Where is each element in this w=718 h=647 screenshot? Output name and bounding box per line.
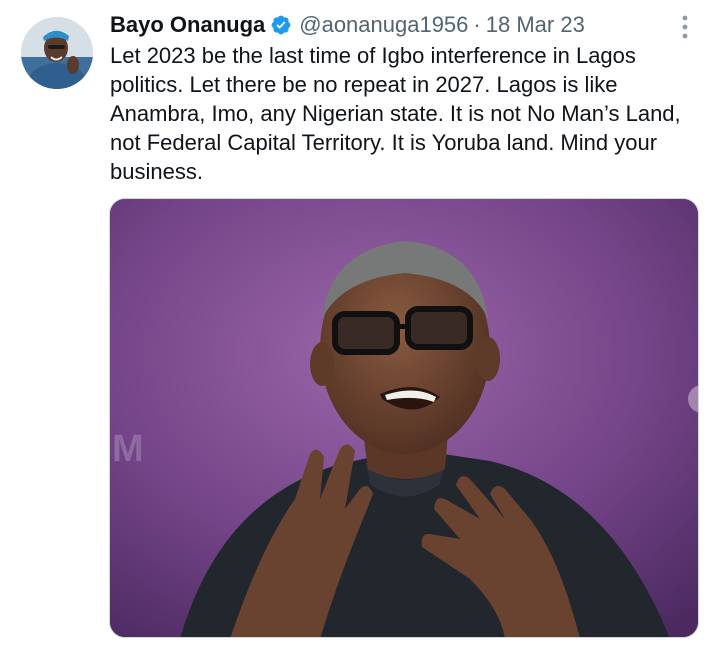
author-display-name[interactable]: Bayo Onanuga [110,9,265,41]
photo-image: M [110,199,698,637]
tweet-text: Let 2023 be the last time of Igbo interf… [110,43,681,184]
avatar-image [21,17,93,89]
background-letter: M [112,428,144,470]
tweet-header: Bayo Onanuga @aonanuga1956 · 18 Mar 23 [110,9,585,41]
author-handle[interactable]: @aonanuga1956 [299,9,468,41]
author-avatar[interactable] [21,17,93,89]
tweet-timestamp[interactable]: 18 Mar 23 [486,9,585,41]
tweet-card[interactable]: Bayo Onanuga @aonanuga1956 · 18 Mar 23 L… [0,0,718,647]
verified-badge-icon [270,14,292,36]
header-separator: · [473,12,481,37]
tweet-media-photo[interactable]: M [109,198,699,638]
more-vertical-icon[interactable] [678,14,692,40]
